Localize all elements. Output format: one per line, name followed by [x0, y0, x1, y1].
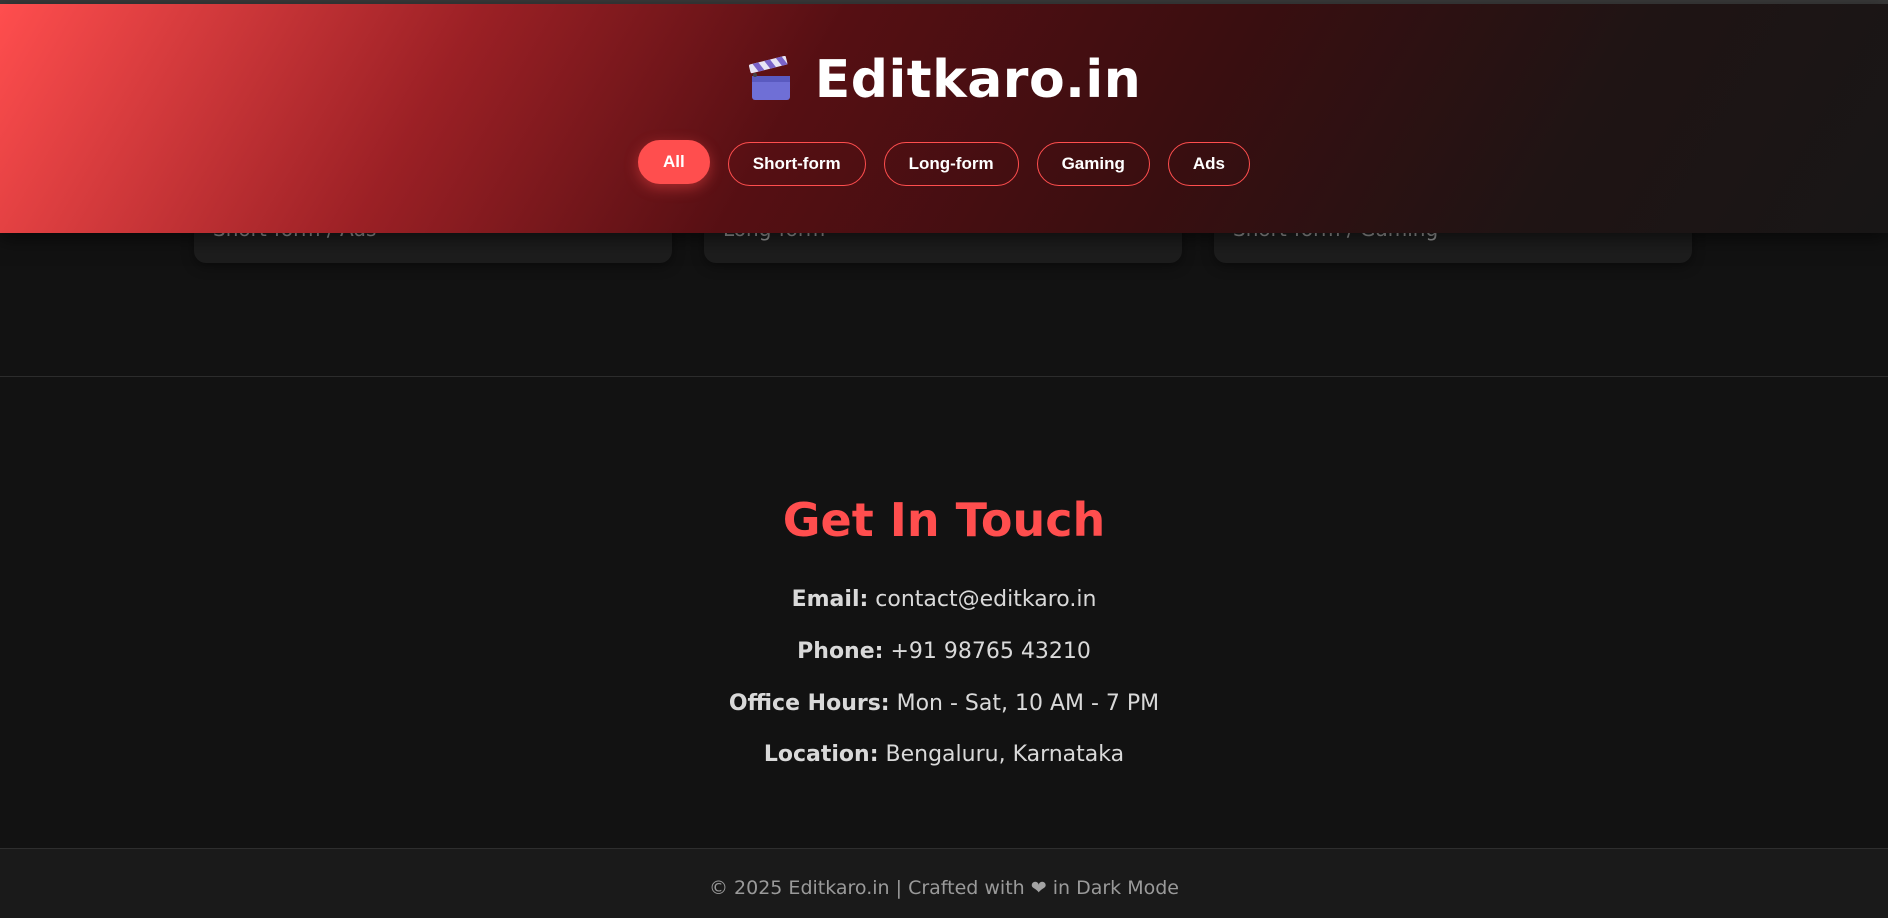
brand: Editkaro.in: [0, 50, 1888, 110]
filter-gaming-button[interactable]: Gaming: [1036, 142, 1150, 186]
contact-title: Get In Touch: [782, 493, 1106, 547]
footer-prefix: © 2025 Editkaro.in | Crafted with: [709, 877, 1025, 899]
section-divider: [0, 376, 1888, 377]
footer-copyright: © 2025 Editkaro.in | Crafted with ❤ in D…: [0, 877, 1888, 899]
site-footer: © 2025 Editkaro.in | Crafted with ❤ in D…: [0, 848, 1888, 918]
filter-all-button[interactable]: All: [638, 140, 710, 184]
office-hours-label: Office Hours:: [728, 691, 890, 716]
clapperboard-icon: [747, 55, 795, 104]
filter-long-form-button[interactable]: Long-form: [883, 142, 1019, 186]
site-header: Editkaro.in All Short-form Long-form Gam…: [0, 4, 1888, 233]
contact-email: Email: contact@editkaro.in: [0, 586, 1888, 614]
filter-short-form-button[interactable]: Short-form: [727, 142, 866, 186]
email-label: Email:: [791, 587, 869, 612]
contact-location: Location: Bengaluru, Karnataka: [0, 741, 1888, 769]
heart-icon: ❤: [1030, 877, 1047, 899]
contact-office-hours: Office Hours: Mon - Sat, 10 AM - 7 PM: [0, 690, 1888, 718]
footer-suffix: in Dark Mode: [1052, 877, 1179, 899]
location-value: Bengaluru, Karnataka: [885, 742, 1125, 767]
email-value[interactable]: contact@editkaro.in: [875, 587, 1096, 612]
contact-section: Get In Touch Email: contact@editkaro.in …: [0, 490, 1888, 767]
category-filter-bar: All Short-form Long-form Gaming Ads: [0, 140, 1888, 186]
site-title[interactable]: Editkaro.in: [815, 50, 1142, 110]
filter-ads-button[interactable]: Ads: [1167, 142, 1250, 186]
phone-value[interactable]: +91 98765 43210: [890, 639, 1090, 664]
office-hours-value: Mon - Sat, 10 AM - 7 PM: [896, 691, 1160, 716]
phone-label: Phone:: [797, 639, 884, 664]
location-label: Location:: [763, 742, 879, 767]
contact-phone: Phone: +91 98765 43210: [0, 638, 1888, 666]
